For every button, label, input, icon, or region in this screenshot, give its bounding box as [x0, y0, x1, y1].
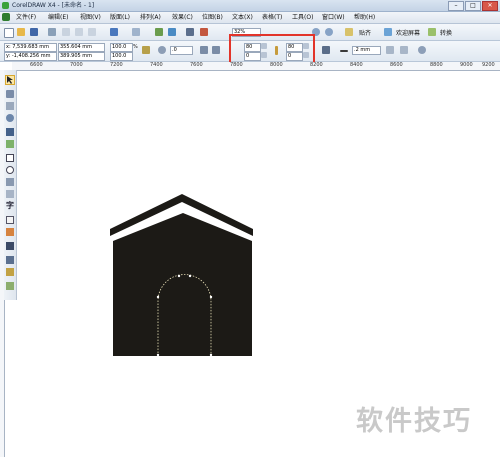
menu-window[interactable]: 窗口(W)	[322, 12, 345, 23]
mirror-vertical-icon[interactable]	[212, 46, 220, 54]
snap-icon[interactable]	[345, 28, 353, 36]
menu-bitmaps[interactable]: 位图(B)	[202, 12, 223, 23]
ruler-tick: 7400	[150, 62, 163, 68]
table-tool-icon[interactable]	[6, 216, 14, 224]
mirror-horizontal-icon[interactable]	[200, 46, 208, 54]
new-icon[interactable]	[4, 28, 14, 38]
menu-view[interactable]: 视图(V)	[80, 12, 101, 23]
zoom-tool-icon[interactable]	[6, 114, 14, 122]
polygon-tool-icon[interactable]	[6, 178, 14, 186]
to-front-icon[interactable]	[386, 46, 394, 54]
ruler-tick: 6600	[30, 62, 43, 68]
lock-ratio-icon[interactable]	[142, 46, 150, 54]
interactive-blend-tool-icon[interactable]	[6, 228, 14, 236]
width-field[interactable]: 355.604 mm	[58, 43, 105, 52]
menu-effects[interactable]: 效果(C)	[172, 12, 193, 23]
node-handle[interactable]	[188, 274, 192, 278]
scale-height-field[interactable]: 100.0	[110, 52, 133, 61]
smart-fill-tool-icon[interactable]	[6, 140, 14, 148]
copy-icon[interactable]	[75, 28, 83, 36]
menu-layout[interactable]: 版面(L)	[110, 12, 130, 23]
rotation-field[interactable]: .0	[170, 46, 193, 55]
rectangle-tool-icon[interactable]	[6, 154, 14, 162]
menu-file[interactable]: 文件(F)	[16, 12, 36, 23]
welcome-label[interactable]: 欢迎屏幕	[396, 28, 420, 37]
node-handle[interactable]	[209, 353, 213, 357]
save-icon[interactable]	[30, 28, 38, 36]
cut-icon[interactable]	[62, 28, 70, 36]
crop-tool-icon[interactable]	[6, 102, 14, 110]
fill-tool-icon[interactable]	[6, 268, 14, 276]
house-body-shape[interactable]	[113, 213, 252, 356]
corel-online-icon[interactable]	[200, 28, 208, 36]
x-position-field[interactable]: x: 7,539.683 mm	[4, 43, 57, 52]
menu-text[interactable]: 文本(X)	[232, 12, 253, 23]
coreldraw-app-icon	[2, 2, 9, 9]
ruler-tick: 7200	[110, 62, 123, 68]
ruler-tick: 7600	[190, 62, 203, 68]
scale-width-field[interactable]: 100.0	[110, 43, 133, 52]
node-handle[interactable]	[156, 295, 160, 299]
ruler-tick: 7000	[70, 62, 83, 68]
ruler-tick: 8200	[310, 62, 323, 68]
open-icon[interactable]	[17, 28, 25, 36]
height-field[interactable]: 389.905 mm	[58, 52, 105, 61]
ruler-tick: 8600	[390, 62, 403, 68]
node-handle[interactable]	[156, 353, 160, 357]
ruler-tick: 9200	[482, 62, 495, 68]
interactive-fill-icon[interactable]	[6, 282, 14, 290]
undo-icon[interactable]	[110, 28, 118, 36]
paste-icon[interactable]	[88, 28, 96, 36]
node-handle[interactable]	[209, 295, 213, 299]
outline-width-icon	[340, 50, 348, 52]
options-icon[interactable]	[428, 28, 436, 36]
print-icon[interactable]	[48, 28, 56, 36]
rotate-icon	[158, 46, 166, 54]
watermark-text: 软件技巧	[356, 406, 472, 437]
eyedropper-tool-icon[interactable]	[6, 242, 14, 250]
close-button[interactable]: ✕	[482, 1, 498, 11]
options-label[interactable]: 转换	[440, 28, 452, 37]
percent-label: %	[133, 44, 138, 50]
minimize-button[interactable]: –	[448, 1, 464, 11]
outline-tool-icon[interactable]	[6, 256, 14, 264]
application-launcher-icon[interactable]	[186, 28, 194, 36]
ellipse-tool-icon[interactable]	[6, 166, 14, 174]
menu-table[interactable]: 表格(T)	[262, 12, 282, 23]
maximize-button[interactable]: □	[465, 1, 481, 11]
menu-edit[interactable]: 编辑(E)	[48, 12, 68, 23]
horizontal-ruler: 6600 7000 7200 7400 7600 7800 8000 8200 …	[12, 62, 500, 71]
window-title: CorelDRAW X4 - [未命名 - 1]	[12, 2, 95, 9]
y-position-field[interactable]: y: -1,408.256 mm	[4, 52, 57, 61]
ruler-tick: 9000	[460, 62, 473, 68]
redo-icon[interactable]	[132, 28, 140, 36]
menu-help[interactable]: 帮助(H)	[354, 12, 375, 23]
document-icon	[2, 13, 10, 21]
freehand-tool-icon[interactable]	[6, 128, 14, 136]
ruler-tick: 7800	[230, 62, 243, 68]
pick-tool-icon[interactable]	[5, 75, 15, 85]
node-handle[interactable]	[177, 274, 181, 278]
export-icon[interactable]	[168, 28, 176, 36]
wrap-text-icon[interactable]	[322, 46, 330, 54]
shape-tool-icon[interactable]	[6, 90, 14, 98]
import-icon[interactable]	[155, 28, 163, 36]
title-bar: CorelDRAW X4 - [未命名 - 1] – □ ✕	[0, 0, 500, 12]
zoom-out-icon[interactable]	[325, 28, 333, 36]
welcome-icon[interactable]	[384, 28, 392, 36]
ruler-tick: 8000	[270, 62, 283, 68]
ruler-tick: 8800	[430, 62, 443, 68]
menu-tools[interactable]: 工具(O)	[292, 12, 313, 23]
ruler-tick: 8400	[350, 62, 363, 68]
outline-width-field[interactable]: .2 mm	[352, 46, 381, 55]
toolbox: 字	[4, 70, 17, 300]
text-tool-icon[interactable]: 字	[6, 202, 14, 210]
to-back-icon[interactable]	[400, 46, 408, 54]
menu-bar: 文件(F) 编辑(E) 视图(V) 版面(L) 排列(A) 效果(C) 位图(B…	[0, 12, 500, 24]
basic-shapes-tool-icon[interactable]	[6, 190, 14, 198]
snap-label[interactable]: 贴齐	[359, 28, 371, 37]
menu-arrange[interactable]: 排列(A)	[140, 12, 161, 23]
convert-to-curves-icon[interactable]	[418, 46, 426, 54]
